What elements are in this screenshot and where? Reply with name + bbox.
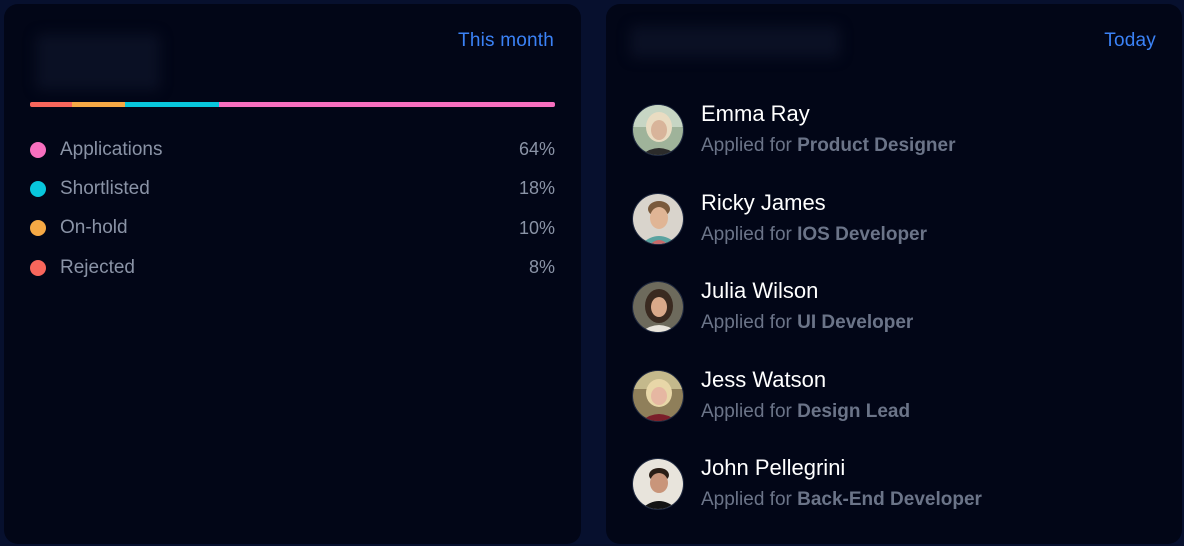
applications-progress-bar [30, 102, 555, 107]
legend: Applications 64% Shortlisted 18% On-hold… [30, 130, 555, 287]
applicant-name: John Pellegrini [701, 455, 846, 481]
avatar [632, 104, 684, 156]
applicant-role: Applied for UI Developer [701, 312, 914, 334]
applicant-role: Applied for Back-End Developer [701, 489, 982, 511]
dot-icon [30, 259, 46, 276]
applicant-list: Emma Ray Applied for Product Designer Ri… [632, 101, 1152, 544]
legend-label: Rejected [60, 256, 135, 278]
legend-item-rejected: Rejected 8% [30, 248, 555, 287]
avatar [632, 458, 684, 511]
legend-value: 18% [518, 178, 555, 199]
legend-item-applications: Applications 64% [30, 130, 555, 169]
legend-value: 10% [518, 217, 555, 238]
legend-value: 64% [518, 139, 555, 160]
list-item[interactable]: John Pellegrini Applied for Back-End Dev… [632, 455, 1152, 544]
period-filter[interactable]: Today [1104, 30, 1156, 52]
applicant-role: Applied for Product Designer [701, 135, 956, 156]
applicant-name: Jess Watson [701, 366, 827, 392]
legend-label: Applications [60, 138, 163, 160]
legend-label: Shortlisted [60, 177, 150, 199]
applicant-role: Applied for IOS Developer [701, 223, 928, 245]
applicant-name: Emma Ray [701, 101, 810, 126]
avatar [632, 281, 684, 334]
list-item[interactable]: Emma Ray Applied for Product Designer [632, 101, 1152, 190]
avatar [632, 192, 684, 245]
applicant-name: Ricky James [701, 189, 826, 215]
list-item[interactable]: Ricky James Applied for IOS Developer [632, 190, 1152, 279]
legend-label: On-hold [60, 217, 128, 239]
card-title-blurred [630, 26, 840, 58]
applicant-role: Applied for Design Lead [701, 400, 911, 422]
avatar [632, 369, 684, 422]
list-item[interactable]: Jess Watson Applied for Design Lead [632, 367, 1152, 456]
segment-shortlisted [124, 102, 219, 107]
legend-item-shortlisted: Shortlisted 18% [30, 169, 555, 208]
segment-rejected [30, 102, 72, 107]
legend-value: 8% [528, 257, 555, 278]
list-item[interactable]: Julia Wilson Applied for UI Developer [632, 278, 1152, 367]
segment-applications [219, 102, 555, 107]
card-title-blurred [36, 34, 160, 90]
dot-icon [30, 220, 46, 237]
period-filter[interactable]: This month [458, 30, 554, 52]
dot-icon [30, 141, 46, 158]
legend-item-on-hold: On-hold 10% [30, 209, 555, 248]
applications-card: This month Applications 64% Shortlisted … [4, 4, 581, 544]
segment-on-hold [72, 102, 125, 107]
applicant-name: Julia Wilson [701, 278, 819, 304]
recent-applicants-card: Today Emma Ray Applied for Product Desig… [606, 4, 1182, 544]
dot-icon [30, 180, 46, 197]
